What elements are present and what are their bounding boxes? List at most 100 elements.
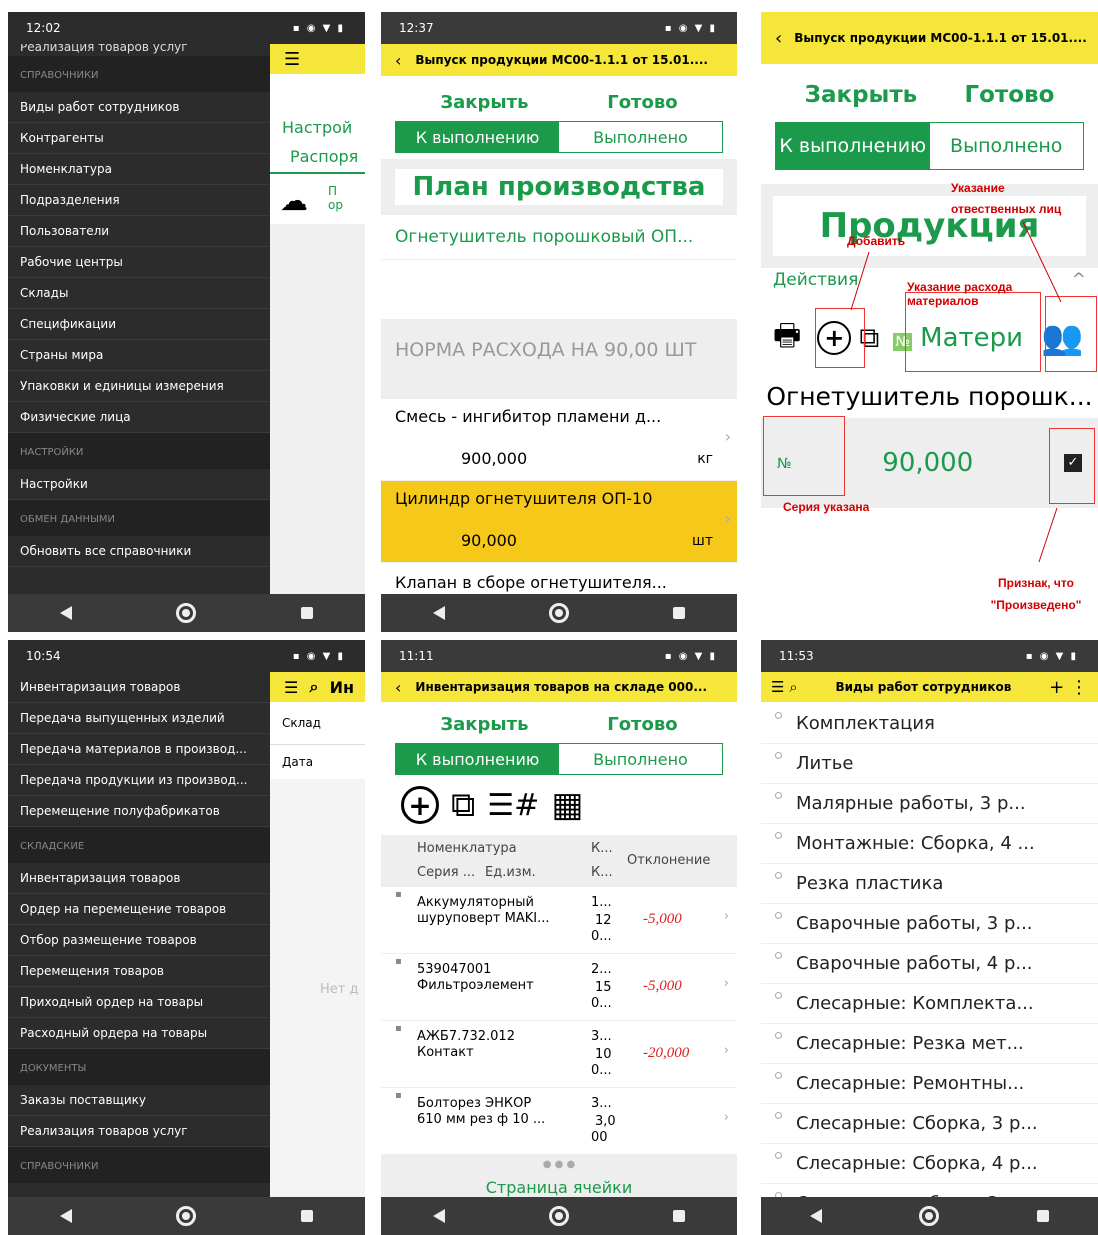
menu-icon[interactable]: ☰ xyxy=(284,678,298,697)
drawer-item[interactable]: Контрагенты xyxy=(8,123,270,154)
list-item[interactable]: Сварочные работы, 4 р... xyxy=(761,944,1098,984)
list-item[interactable]: Малярные работы, 3 р... xyxy=(761,784,1098,824)
drawer-item[interactable]: Рабочие центры xyxy=(8,247,270,278)
drawer-item[interactable]: Инвентаризация товаров xyxy=(8,672,270,703)
drawer-item[interactable]: Передача материалов в производ... xyxy=(8,734,270,765)
recent-apps-icon[interactable] xyxy=(300,607,313,619)
drawer-item[interactable]: Обновить все справочники xyxy=(8,536,270,567)
navigation-drawer: Реализация товаров услуг СПРАВОЧНИКИ Виды… xyxy=(8,44,270,594)
list-item[interactable]: Слесарные: Сборка, 4 р... xyxy=(761,1144,1098,1184)
table-row[interactable]: ▪ АЖБ7.732.012 Контакт 3... 10 0... -20,000 › xyxy=(381,1021,737,1088)
drawer-item[interactable]: Приходный ордер на товары xyxy=(8,987,270,1018)
date-field[interactable]: Дата xyxy=(270,745,365,779)
back-chevron-icon[interactable]: ‹ xyxy=(395,51,401,70)
drawer-item[interactable]: Передача выпущенных изделий xyxy=(8,703,270,734)
drawer-item-cut[interactable]: Реализация товаров услуг xyxy=(8,44,270,56)
barcode-list-icon[interactable]: ☰# xyxy=(487,788,539,823)
recent-apps-icon[interactable] xyxy=(1037,1210,1050,1222)
home-icon[interactable] xyxy=(549,1206,569,1226)
list-item[interactable]: Сварочные работы, 3 р... xyxy=(761,904,1098,944)
tab-settings[interactable]: Настрой xyxy=(270,114,365,141)
list-item[interactable]: Слесарные: Сборка, 3 р... xyxy=(761,1104,1098,1144)
done-button[interactable]: Готово xyxy=(607,92,677,113)
drawer-item[interactable]: Упаковки и единицы измерения xyxy=(8,371,270,402)
drawer-item[interactable]: Инвентаризация товаров xyxy=(8,863,270,894)
tab-done[interactable]: Выполнено xyxy=(559,744,722,774)
cloud-download-icon[interactable]: ☁ xyxy=(280,184,308,217)
drawer-item[interactable]: Склады xyxy=(8,278,270,309)
annotation-lines xyxy=(850,221,1062,563)
drawer-item[interactable]: Реализация товаров услуг xyxy=(8,1116,270,1147)
tab-to-do[interactable]: К выполнению xyxy=(396,122,559,152)
menu-icon[interactable]: ☰ xyxy=(771,678,784,696)
column-header: Номенклатура xyxy=(417,841,517,856)
search-icon[interactable]: ⌕ xyxy=(309,677,318,697)
add-icon[interactable]: + xyxy=(401,786,439,824)
drawer-item[interactable]: Спецификации xyxy=(8,309,270,340)
list-item[interactable]: Слесарные: Ремонтны... xyxy=(761,1064,1098,1104)
recent-apps-icon[interactable] xyxy=(300,1210,313,1222)
warehouse-field[interactable]: Склад xyxy=(270,702,365,745)
list-item[interactable]: Литье xyxy=(761,744,1098,784)
tab-to-do[interactable]: К выполнению xyxy=(396,744,559,774)
drawer-item[interactable]: Настройки xyxy=(8,469,270,500)
material-row[interactable]: Смесь - ингибитор пламени д... 900,000 кг › xyxy=(381,399,737,481)
qty-3: 0... xyxy=(591,1063,612,1078)
drawer-item[interactable]: Ордер на перемещение товаров xyxy=(8,894,270,925)
drawer-item[interactable]: Виды работ сотрудников xyxy=(8,92,270,123)
back-icon[interactable] xyxy=(60,606,73,620)
drawer-item[interactable]: Физические лица xyxy=(8,402,270,433)
header-bar: ‹ Выпуск продукции МС00-1.1.1 от 15.01..… xyxy=(381,44,737,76)
drawer-item[interactable]: Расходный ордера на товары xyxy=(8,1018,270,1049)
cell-page-link[interactable]: Страница ячейки xyxy=(381,1178,737,1197)
more-icon[interactable]: ⋮ xyxy=(1070,677,1088,698)
list-item[interactable]: Комплектация xyxy=(761,704,1098,744)
drawer-item[interactable]: Передача продукции из производ... xyxy=(8,765,270,796)
material-row[interactable]: Цилиндр огнетушителя ОП-10 90,000 шт › xyxy=(381,481,737,563)
qr-code-icon[interactable]: ▦ xyxy=(551,785,583,825)
list-item[interactable]: Резка пластика xyxy=(761,864,1098,904)
item-detail: Фильтроэлемент xyxy=(417,978,534,993)
done-button[interactable]: Готово xyxy=(607,714,677,735)
home-icon[interactable] xyxy=(176,603,197,623)
close-button[interactable]: Закрыть xyxy=(440,714,528,735)
column-header: К... xyxy=(591,841,613,856)
list-item[interactable]: Столярные работы, 3 р... xyxy=(761,1184,1098,1197)
list-item[interactable]: Слесарные: Комплекта... xyxy=(761,984,1098,1024)
drawer-item[interactable]: Пользователи xyxy=(8,216,270,247)
search-icon[interactable]: ⌕ xyxy=(789,678,797,696)
menu-icon[interactable]: ☰ xyxy=(270,44,365,74)
drawer-item[interactable]: Номенклатура xyxy=(8,154,270,185)
recent-apps-icon[interactable] xyxy=(673,607,685,619)
drawer-item[interactable]: Отбор размещение товаров xyxy=(8,925,270,956)
list-item[interactable]: Монтажные: Сборка, 4 ... xyxy=(761,824,1098,864)
product-row[interactable]: Огнетушитель порошковый ОП... xyxy=(381,215,737,259)
material-name: Цилиндр огнетушителя ОП-10 xyxy=(395,489,653,508)
home-icon[interactable] xyxy=(176,1206,197,1226)
drawer-item[interactable]: Перемещения товаров xyxy=(8,956,270,987)
back-icon[interactable] xyxy=(433,1209,445,1223)
copy-icon[interactable]: ⧉ xyxy=(451,785,475,825)
close-button[interactable]: Закрыть xyxy=(440,92,528,113)
recent-apps-icon[interactable] xyxy=(673,1210,685,1222)
drawer-item[interactable]: Подразделения xyxy=(8,185,270,216)
system-nav-bar xyxy=(381,594,737,632)
back-chevron-icon[interactable]: ‹ xyxy=(395,678,401,697)
home-icon[interactable] xyxy=(919,1206,940,1226)
home-icon[interactable] xyxy=(549,603,569,623)
list-item[interactable]: Слесарные: Резка мет... xyxy=(761,1024,1098,1064)
qty-2: 12 xyxy=(595,913,612,928)
back-icon[interactable] xyxy=(809,1209,822,1223)
table-row[interactable]: ▪ Болторез ЭНКОР 610 мм рез ф 10 ... 3... 3,… xyxy=(381,1088,737,1155)
panel-reference-menu: 12:02 ▪ ◉ ▼ ▮ Реализация товаров услуг СП… xyxy=(8,12,365,632)
back-icon[interactable] xyxy=(60,1209,73,1223)
tab-done[interactable]: Выполнено xyxy=(559,122,722,152)
drawer-item[interactable]: Страны мира xyxy=(8,340,270,371)
add-icon[interactable]: + xyxy=(1049,677,1064,698)
tab-orders[interactable]: Распоря xyxy=(270,141,365,174)
back-icon[interactable] xyxy=(433,606,445,620)
drawer-item[interactable]: Заказы поставщику xyxy=(8,1085,270,1116)
drawer-item[interactable]: Перемещение полуфабрикатов xyxy=(8,796,270,827)
table-row[interactable]: ▪ 539047001 Фильтроэлемент 2... 15 0... -5,000… xyxy=(381,954,737,1021)
table-row[interactable]: ▪ Аккумуляторный шуруповерт MAKI... 1... 12 0… xyxy=(381,887,737,954)
